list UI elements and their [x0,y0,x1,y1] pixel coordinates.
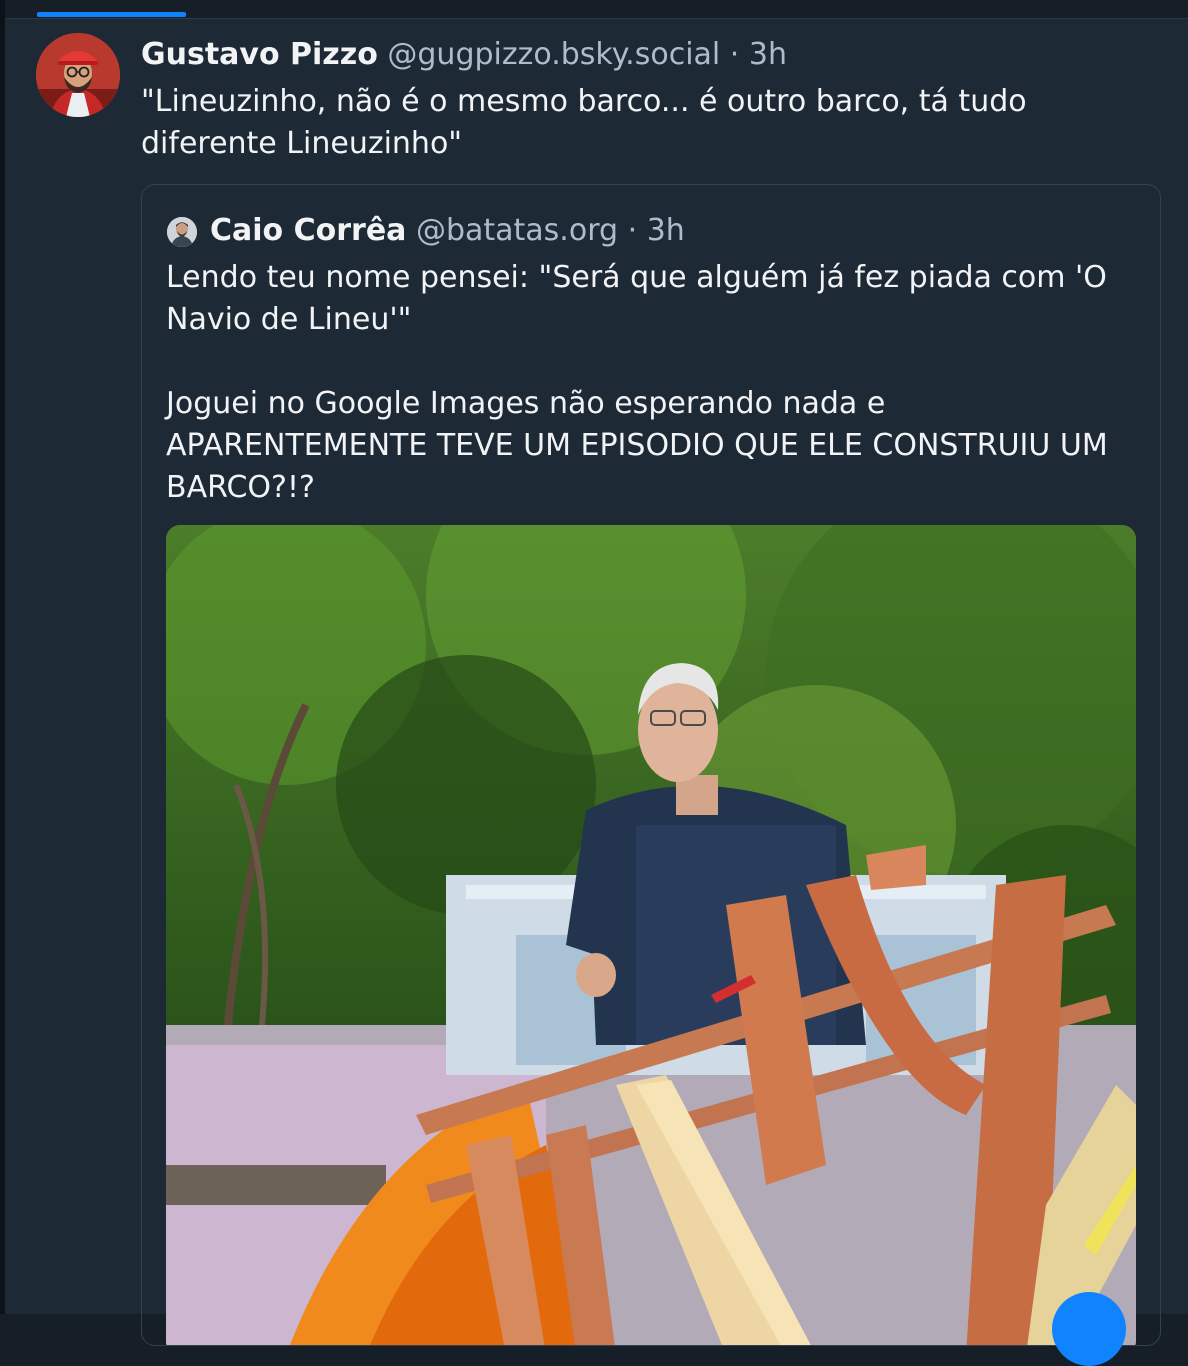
author-avatar[interactable] [36,33,120,117]
post-text: "Lineuzinho, não é o mesmo barco... é ou… [141,84,1037,161]
quoted-timestamp[interactable]: 3h [647,213,685,248]
quoted-text: Lendo teu nome pensei: "Será que alguém … [166,260,1108,505]
meta-separator: · [729,37,740,72]
compose-button[interactable] [1052,1292,1126,1366]
quoted-meta-separator: · [627,213,638,248]
author-handle[interactable]: @gugpizzo.bsky.social [387,37,720,72]
active-tab-indicator [37,12,186,17]
photo-illustration [166,525,1136,1345]
author-display-name[interactable]: Gustavo Pizzo [141,37,378,72]
quoted-handle[interactable]: @batatas.org [416,213,618,248]
avatar-image [36,33,120,117]
post-header: Gustavo Pizzo @gugpizzo.bsky.social · 3h [141,35,787,75]
quoted-header: Caio Corrêa @batatas.org · 3h [210,211,685,251]
quoted-display-name[interactable]: Caio Corrêa [210,213,406,248]
quoted-author-avatar[interactable] [167,217,197,247]
post-timestamp[interactable]: 3h [749,37,787,72]
post-card[interactable]: Gustavo Pizzo @gugpizzo.bsky.social · 3h… [5,19,1188,1346]
feed-tab-bar [5,0,1188,19]
quoted-post-image[interactable] [166,525,1136,1345]
quoted-post[interactable]: Caio Corrêa @batatas.org · 3h Lendo teu … [141,184,1161,1346]
quoted-avatar-image [167,217,197,247]
